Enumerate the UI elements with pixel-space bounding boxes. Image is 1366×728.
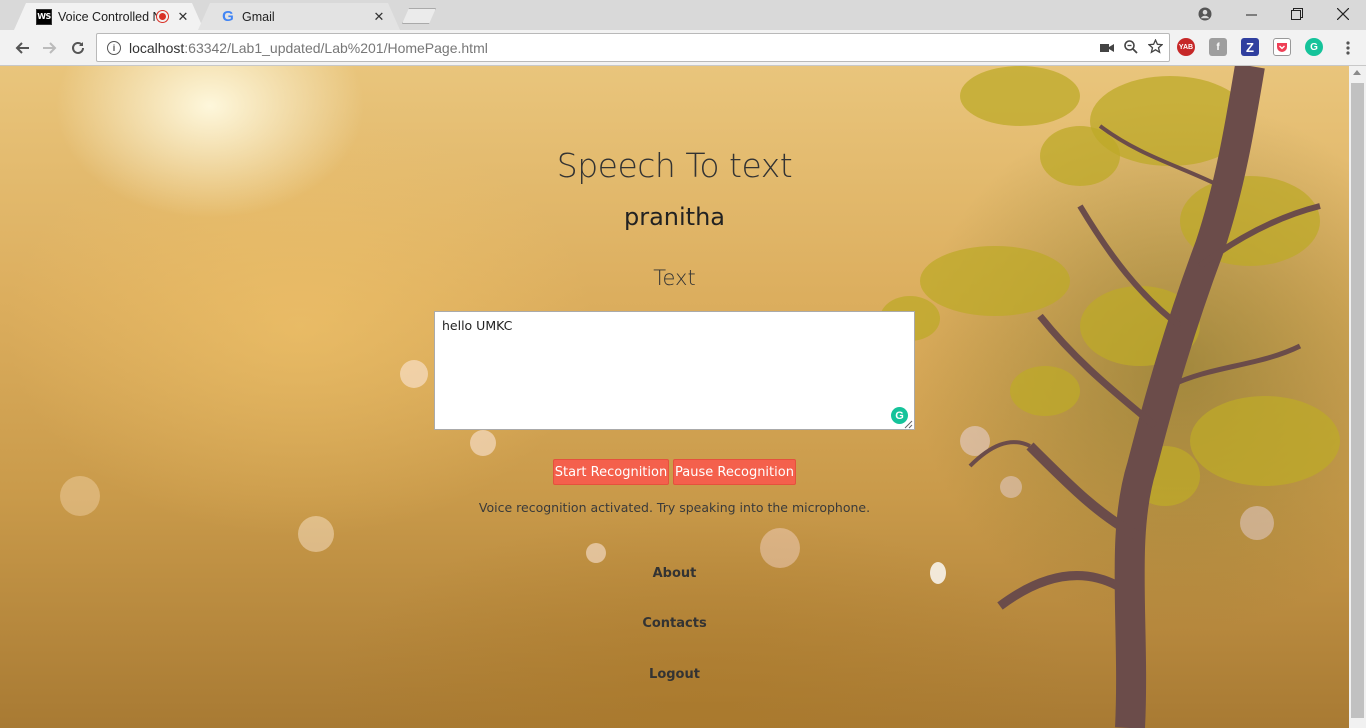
- minimize-icon[interactable]: [1228, 0, 1274, 28]
- page-scrollbar[interactable]: [1349, 66, 1366, 728]
- pause-recognition-button[interactable]: Pause Recognition: [673, 459, 796, 485]
- new-tab-button[interactable]: [402, 8, 436, 24]
- nav-link-contacts[interactable]: Contacts: [0, 616, 1349, 631]
- camera-icon[interactable]: [1100, 40, 1114, 58]
- fx-icon[interactable]: f: [1209, 38, 1227, 56]
- profile-icon[interactable]: [1182, 0, 1228, 28]
- browser-chrome: WS Voice Controlled Note ✕ G Gmail ✕: [0, 0, 1366, 66]
- page-background: Speech To text pranitha Text G Start Rec…: [0, 66, 1349, 728]
- close-tab-icon[interactable]: ✕: [372, 9, 386, 25]
- recording-icon: [157, 11, 168, 22]
- status-message: Voice recognition activated. Try speakin…: [478, 500, 871, 515]
- z-icon[interactable]: Z: [1241, 38, 1259, 56]
- text-heading: Text: [653, 266, 696, 290]
- site-info-icon[interactable]: i: [107, 40, 121, 55]
- tab-strip: WS Voice Controlled Note ✕ G Gmail ✕: [0, 0, 1366, 30]
- user-name: pranitha: [623, 203, 725, 231]
- close-window-icon[interactable]: [1320, 0, 1366, 28]
- back-icon[interactable]: [10, 36, 34, 60]
- pocket-icon[interactable]: [1273, 38, 1291, 56]
- page-title: Speech To text: [556, 146, 793, 185]
- scroll-thumb[interactable]: [1351, 83, 1364, 718]
- tab-label: Voice Controlled Note: [58, 9, 157, 24]
- speech-text-area[interactable]: [434, 311, 915, 430]
- tab-voice-controlled-notes[interactable]: WS Voice Controlled Note ✕: [14, 3, 204, 30]
- tab-gmail[interactable]: G Gmail ✕: [198, 3, 400, 30]
- nav-link-about[interactable]: About: [0, 566, 1349, 581]
- zoom-icon[interactable]: [1124, 39, 1138, 59]
- resize-grip-icon[interactable]: [904, 420, 913, 429]
- address-bar[interactable]: i localhost:63342/Lab1_updated/Lab%201/H…: [96, 33, 1170, 62]
- webstorm-icon: WS: [36, 8, 52, 25]
- restore-icon[interactable]: [1274, 0, 1320, 28]
- start-recognition-button[interactable]: Start Recognition: [553, 459, 669, 485]
- reload-icon[interactable]: [66, 36, 90, 60]
- nav-link-logout[interactable]: Logout: [0, 667, 1349, 682]
- bookmark-star-icon[interactable]: [1147, 38, 1164, 59]
- menu-icon[interactable]: [1336, 36, 1360, 60]
- browser-toolbar: i localhost:63342/Lab1_updated/Lab%201/H…: [0, 30, 1366, 66]
- yab-icon[interactable]: YAB: [1177, 38, 1195, 56]
- tab-label: Gmail: [242, 9, 275, 24]
- close-tab-icon[interactable]: ✕: [176, 9, 190, 25]
- google-icon: G: [222, 8, 234, 25]
- forward-icon[interactable]: [38, 36, 62, 60]
- grammarly-ext-icon[interactable]: G: [1305, 38, 1323, 56]
- scroll-up-arrow-icon[interactable]: [1353, 70, 1361, 75]
- url-text: localhost:63342/Lab1_updated/Lab%201/Hom…: [129, 39, 488, 56]
